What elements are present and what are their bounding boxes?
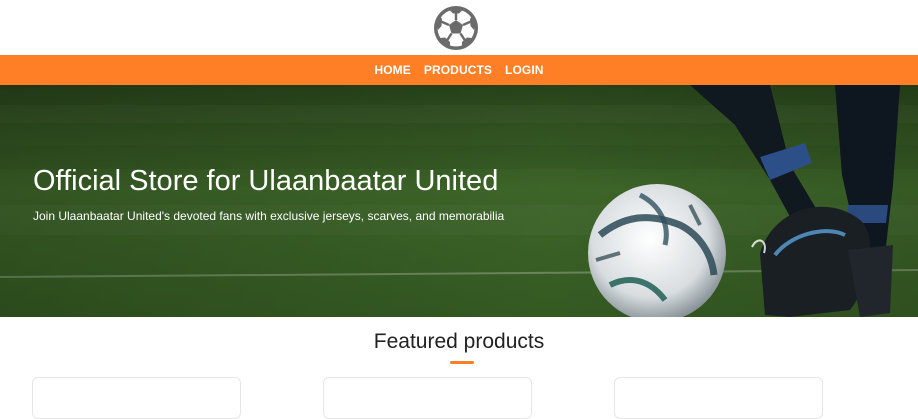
product-card[interactable]: [614, 377, 823, 419]
hero-background-image: [0, 85, 918, 317]
hero-subtitle: Join Ulaanbaatar United's devoted fans w…: [33, 209, 505, 223]
nav-products[interactable]: PRODUCTS: [424, 63, 492, 77]
product-card[interactable]: [32, 377, 241, 419]
soccer-ball-icon[interactable]: [432, 4, 480, 52]
main-nav: HOME PRODUCTS LOGIN: [0, 55, 918, 85]
title-underline: [450, 361, 474, 364]
hero-banner: Official Store for Ulaanbaatar United Jo…: [0, 85, 918, 317]
site-header: [0, 0, 918, 55]
hero-title: Official Store for Ulaanbaatar United: [33, 165, 499, 197]
nav-home[interactable]: HOME: [374, 63, 410, 77]
product-card[interactable]: [323, 377, 532, 419]
featured-products-title: Featured products: [373, 330, 545, 353]
nav-login[interactable]: LOGIN: [505, 63, 544, 77]
